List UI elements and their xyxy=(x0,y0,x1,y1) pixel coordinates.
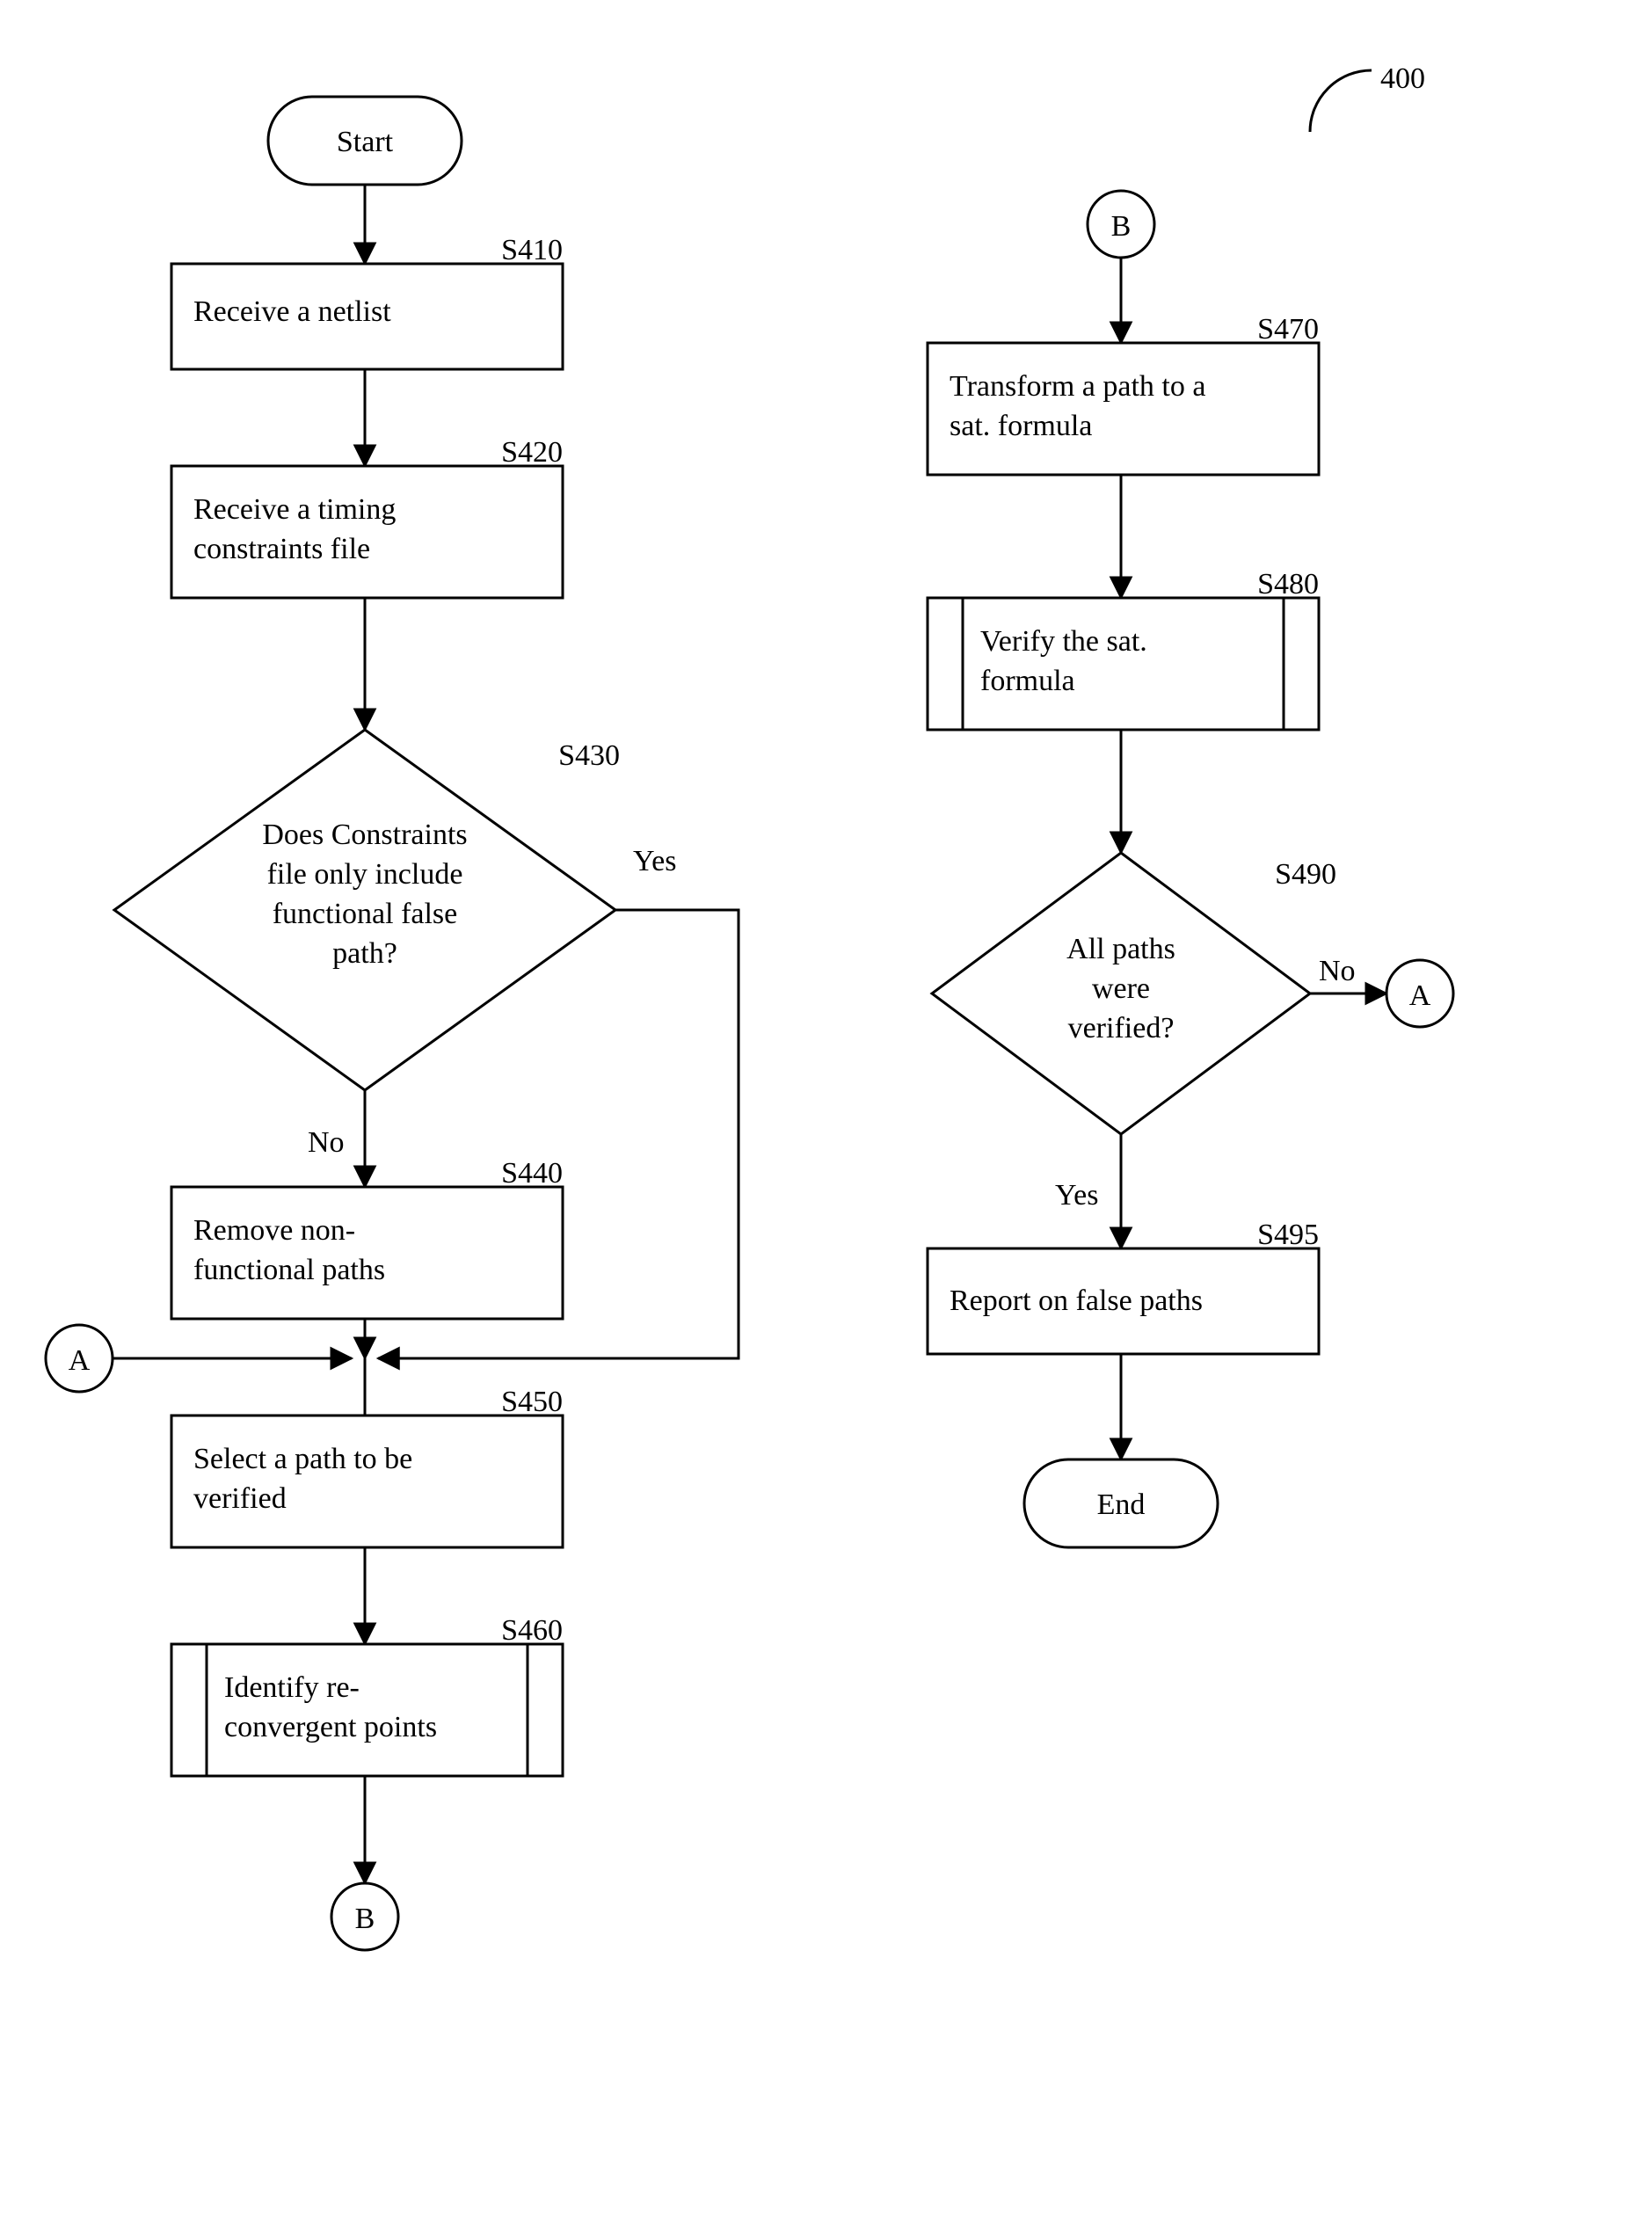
text-s460-l1: Identify re- xyxy=(224,1671,360,1704)
label-s490-no: No xyxy=(1319,955,1356,987)
ref-s495: S495 xyxy=(1257,1219,1319,1251)
text-s460-l2: convergent points xyxy=(224,1711,437,1743)
text-s430-l2: file only include xyxy=(267,858,463,891)
text-s420-l1: Receive a timing xyxy=(193,493,396,526)
terminal-end-label: End xyxy=(1097,1488,1146,1521)
text-s440-l2: functional paths xyxy=(193,1254,385,1286)
step-s410: S410 Receive a netlist xyxy=(171,234,563,369)
decision-s430: S430 Does Constraints file only include … xyxy=(114,730,620,1090)
text-s440-l1: Remove non- xyxy=(193,1214,355,1247)
step-s470: S470 Transform a path to a sat. formula xyxy=(928,313,1319,475)
connector-a-out-label: A xyxy=(1409,979,1431,1012)
ref-s430: S430 xyxy=(558,739,620,772)
label-s490-yes: Yes xyxy=(1055,1179,1098,1212)
figure-label-text: 400 xyxy=(1380,62,1425,95)
ref-s470: S470 xyxy=(1257,313,1319,346)
ref-s450: S450 xyxy=(501,1386,563,1418)
text-s495-l1: Report on false paths xyxy=(950,1285,1203,1317)
text-s490-l3: verified? xyxy=(1068,1012,1175,1044)
text-s490-l1: All paths xyxy=(1066,933,1175,965)
figure-label: 400 xyxy=(1310,62,1425,132)
connector-a-out: A xyxy=(1386,960,1453,1027)
ref-s480: S480 xyxy=(1257,568,1319,600)
terminal-end: End xyxy=(1024,1459,1218,1547)
terminal-start-label: Start xyxy=(337,126,394,158)
ref-s440: S440 xyxy=(501,1157,563,1190)
terminal-start: Start xyxy=(268,97,462,185)
text-s490-l2: were xyxy=(1092,972,1150,1005)
connector-a-in: A xyxy=(46,1325,113,1392)
label-s430-yes: Yes xyxy=(633,845,676,877)
step-s440: S440 Remove non- functional paths xyxy=(171,1157,563,1319)
text-s430-l4: path? xyxy=(332,937,397,970)
step-s495: S495 Report on false paths xyxy=(928,1219,1319,1354)
text-s470-l1: Transform a path to a xyxy=(950,370,1205,403)
ref-s490: S490 xyxy=(1275,858,1336,891)
label-s430-no: No xyxy=(308,1126,345,1159)
text-s450-l1: Select a path to be xyxy=(193,1443,412,1475)
step-s420: S420 Receive a timing constraints file xyxy=(171,436,563,598)
connector-b-out: B xyxy=(331,1883,398,1950)
text-s480-l1: Verify the sat. xyxy=(980,625,1147,658)
ref-s420: S420 xyxy=(501,436,563,469)
text-s470-l2: sat. formula xyxy=(950,410,1092,442)
ref-s460: S460 xyxy=(501,1614,563,1647)
step-s450: S450 Select a path to be verified xyxy=(171,1386,563,1547)
step-s480: S480 Verify the sat. formula xyxy=(928,568,1319,730)
connector-b-out-label: B xyxy=(355,1903,375,1935)
text-s410-l1: Receive a netlist xyxy=(193,295,391,328)
connector-a-in-label: A xyxy=(69,1344,91,1377)
text-s430-l3: functional false xyxy=(273,898,458,930)
ref-s410: S410 xyxy=(501,234,563,266)
text-s430-l1: Does Constraints xyxy=(262,819,467,851)
step-s460: S460 Identify re- convergent points xyxy=(171,1614,563,1776)
text-s450-l2: verified xyxy=(193,1482,287,1515)
connector-b-in: B xyxy=(1088,191,1154,258)
connector-b-in-label: B xyxy=(1111,210,1132,243)
text-s420-l2: constraints file xyxy=(193,533,370,565)
text-s480-l2: formula xyxy=(980,665,1075,697)
decision-s490: S490 All paths were verified? xyxy=(932,853,1336,1134)
